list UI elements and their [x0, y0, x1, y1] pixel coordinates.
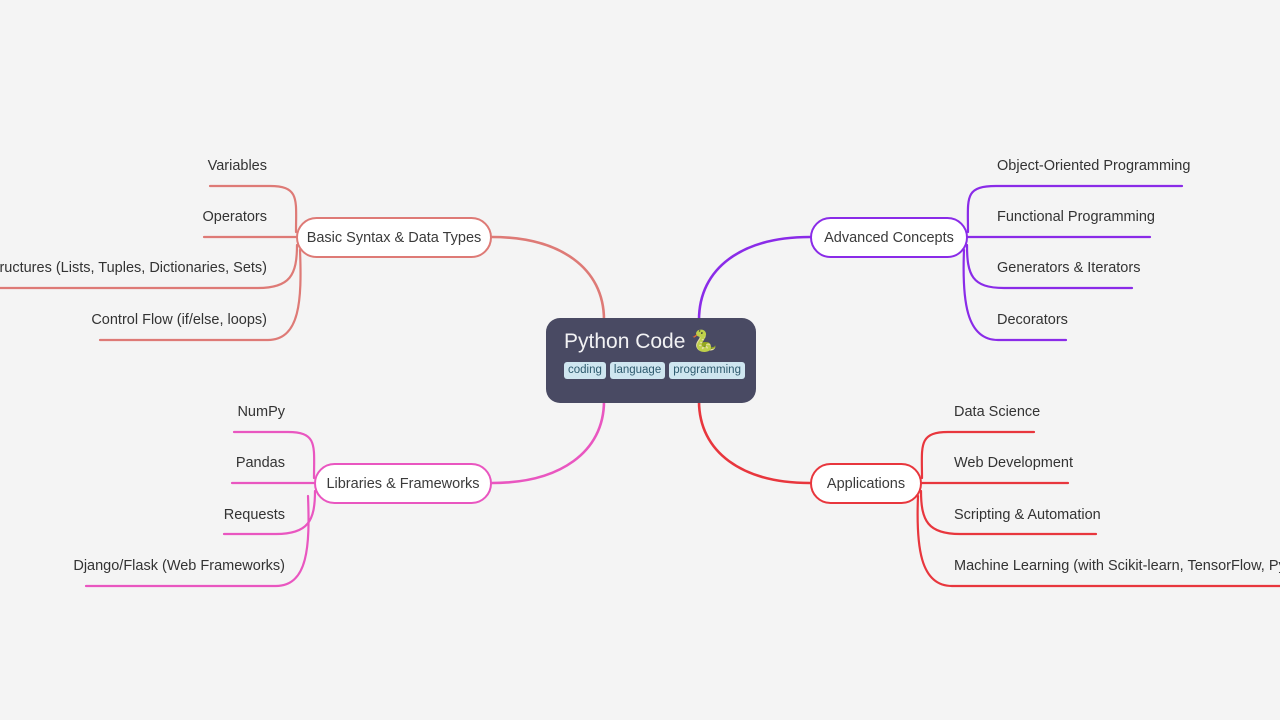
branch-node-advanced-concepts[interactable]: Advanced Concepts — [810, 217, 968, 258]
leaf-label-data-science[interactable]: Data Science — [954, 402, 1040, 422]
branch-node-applications[interactable]: Applications — [810, 463, 922, 504]
leaf-label-requests[interactable]: Requests — [90, 505, 285, 525]
leaf-label-django-flask[interactable]: Django/Flask (Web Frameworks) — [10, 556, 285, 576]
leaf-label-operators[interactable]: Operators — [70, 207, 267, 227]
root-node[interactable]: Python Code 🐍 coding language programmin… — [546, 318, 756, 403]
link-root-to-applications — [697, 399, 812, 485]
leaf-label-decorators[interactable]: Decorators — [997, 310, 1068, 330]
branch-node-basic-syntax[interactable]: Basic Syntax & Data Types — [296, 217, 492, 258]
leaf-label-generators-iterators[interactable]: Generators & Iterators — [997, 258, 1140, 278]
branch-label-applications: Applications — [826, 475, 906, 492]
root-tag-list: coding language programming — [564, 362, 745, 379]
leaf-label-web-development[interactable]: Web Development — [954, 453, 1073, 473]
branch-label-basic-syntax: Basic Syntax & Data Types — [306, 229, 482, 246]
root-tag-programming[interactable]: programming — [669, 362, 745, 379]
root-title: Python Code 🐍 — [564, 330, 718, 353]
mindmap-canvas: Python Code 🐍 coding language programmin… — [0, 0, 1280, 720]
leaf-label-control-flow[interactable]: Control Flow (if/else, loops) — [10, 310, 267, 330]
leaf-label-variables[interactable]: Variables — [70, 156, 267, 176]
leaf-label-data-structures[interactable]: Data Structures (Lists, Tuples, Dictiona… — [0, 258, 267, 278]
root-tag-language[interactable]: language — [609, 362, 666, 379]
leaf-label-scripting-automation[interactable]: Scripting & Automation — [954, 505, 1101, 525]
leaf-label-machine-learning[interactable]: Machine Learning (with Scikit-learn, Ten… — [954, 556, 1280, 576]
link-root-to-basic-syntax — [490, 235, 606, 322]
leaf-label-object-oriented-programming[interactable]: Object-Oriented Programming — [997, 156, 1190, 176]
branch-label-libraries-frameworks: Libraries & Frameworks — [326, 475, 480, 492]
leaf-label-pandas[interactable]: Pandas — [90, 453, 285, 473]
branch-label-advanced-concepts: Advanced Concepts — [824, 229, 954, 246]
link-root-to-advanced-concepts — [697, 235, 812, 322]
link-root-to-libraries — [490, 399, 606, 485]
branch-node-libraries-frameworks[interactable]: Libraries & Frameworks — [314, 463, 492, 504]
root-tag-coding[interactable]: coding — [564, 362, 606, 379]
leaf-label-numpy[interactable]: NumPy — [90, 402, 285, 422]
leaf-label-functional-programming[interactable]: Functional Programming — [997, 207, 1155, 227]
